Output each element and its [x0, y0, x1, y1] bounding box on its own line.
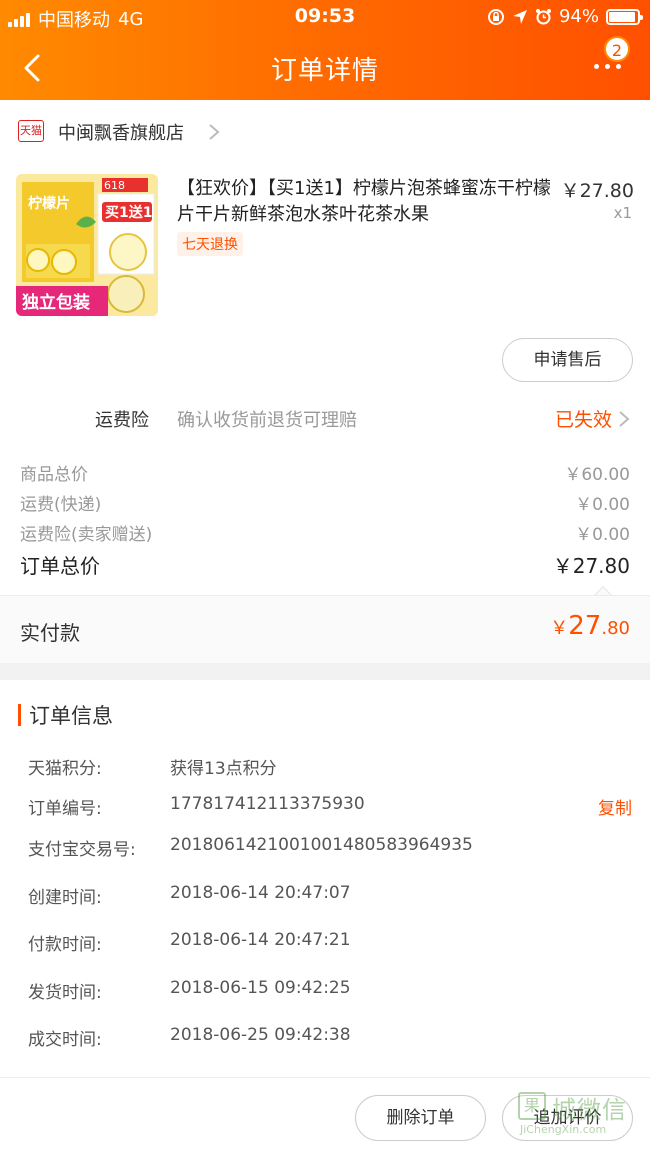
actual-payment-bar: 实付款 ￥27.80	[0, 595, 650, 663]
insurance-status: 已失效	[554, 409, 612, 431]
order-total-row: 订单总价 ￥27.80	[20, 550, 630, 580]
return-tag: 七天退换	[177, 232, 243, 256]
more-icon	[594, 64, 621, 69]
page-title: 订单详情	[270, 56, 379, 86]
info-row-order-number: 订单编号: 177817412113375930 复制	[28, 794, 632, 822]
product-image[interactable]: 柠檬片 618 买1送1 独立包装	[16, 174, 158, 316]
more-button[interactable]: 2	[592, 36, 632, 88]
shop-name: 中闽飘香旗舰店	[58, 123, 184, 144]
fee-value: ￥60.00	[564, 465, 630, 485]
fee-row-insurance: 运费险(卖家赠送) ￥0.00	[20, 520, 630, 548]
status-bar: 中国移动 4G 09:53 94%	[0, 0, 650, 34]
shipping-insurance-row[interactable]: 运费险 确认收货前退货可理赔 已失效	[0, 396, 650, 440]
fee-label: 商品总价	[20, 465, 88, 485]
battery-percent: 94%	[558, 6, 599, 27]
watermark-text: 城微信	[552, 1096, 627, 1124]
chevron-right-icon	[619, 411, 630, 427]
footer-divider	[0, 1077, 650, 1078]
order-total-label: 订单总价	[20, 554, 100, 578]
order-info-card: 订单信息 天猫积分: 获得13点积分 订单编号: 177817412113375…	[0, 680, 650, 1155]
status-right: 94%	[487, 6, 643, 27]
info-value: 2018-06-14 20:47:21	[170, 930, 351, 950]
location-arrow-icon	[512, 9, 527, 24]
site-watermark: 果 城微信 JiChengXin.com	[518, 1086, 642, 1140]
info-row-completed: 成交时间: 2018-06-25 09:42:38	[28, 1025, 632, 1053]
info-label: 天猫积分:	[28, 759, 102, 779]
message-badge: 2	[604, 36, 630, 62]
info-value: 177817412113375930	[170, 794, 365, 814]
info-value: 2018-06-15 09:42:25	[170, 978, 351, 998]
info-label: 发货时间:	[28, 983, 102, 1003]
copy-button[interactable]: 复制	[598, 794, 632, 819]
battery-fill	[609, 11, 635, 22]
info-value: 2018-06-25 09:42:38	[170, 1025, 351, 1045]
order-total-value: ￥27.80	[552, 554, 630, 578]
paid-decimal: .80	[601, 618, 630, 639]
fee-value: ￥0.00	[575, 525, 630, 545]
info-row-alipay-number: 支付宝交易号: 2018061421001001480583964935	[28, 835, 632, 863]
order-info-header: 订单信息	[18, 700, 113, 730]
tmall-icon: 天猫	[18, 120, 44, 142]
chevron-right-icon	[209, 124, 220, 140]
delete-order-button[interactable]: 删除订单	[355, 1095, 486, 1141]
image-banner-text: 独立包装	[22, 292, 90, 313]
rotation-lock-icon	[487, 8, 504, 25]
shop-row[interactable]: 天猫 中闽飘香旗舰店	[0, 100, 650, 162]
info-row-created: 创建时间: 2018-06-14 20:47:07	[28, 883, 632, 911]
fee-row-shipping: 运费(快递) ￥0.00	[20, 490, 630, 518]
battery-icon	[606, 8, 643, 25]
fee-value: ￥0.00	[575, 495, 630, 515]
insurance-desc: 确认收货前退货可理赔	[177, 410, 357, 431]
order-card: 天猫 中闽飘香旗舰店 柠檬片 618 买1送1 独立包装 【狂欢价】【买1送1】…	[0, 100, 650, 606]
info-value: 获得13点积分	[170, 759, 277, 779]
watermark-logo: 果	[518, 1092, 546, 1120]
product-price: ￥27.80	[560, 180, 634, 202]
info-row-paid: 付款时间: 2018-06-14 20:47:21	[28, 930, 632, 958]
image-event-text: 618	[104, 179, 125, 192]
paid-currency: ￥	[550, 618, 569, 639]
info-label: 支付宝交易号:	[28, 840, 136, 860]
paid-label: 实付款	[20, 621, 80, 645]
info-label: 成交时间:	[28, 1030, 102, 1050]
image-promo-text: 买1送1	[105, 204, 152, 221]
fee-label: 运费险(卖家赠送)	[20, 525, 153, 545]
paid-integer: 27	[568, 611, 602, 641]
section-accent-bar	[18, 704, 21, 726]
product-title: 【狂欢价】【买1送1】柠檬片泡茶蜂蜜冻干柠檬片干片新鲜茶泡水茶叶花茶水果	[177, 178, 551, 225]
insurance-label: 运费险	[95, 410, 149, 431]
fee-row-goods: 商品总价 ￥60.00	[20, 460, 630, 488]
info-row-shipped: 发货时间: 2018-06-15 09:42:25	[28, 978, 632, 1006]
info-row-points: 天猫积分: 获得13点积分	[28, 754, 632, 782]
info-label: 订单编号:	[28, 799, 102, 819]
info-label: 付款时间:	[28, 935, 102, 955]
info-label: 创建时间:	[28, 888, 102, 908]
product-item[interactable]: 柠檬片 618 买1送1 独立包装 【狂欢价】【买1送1】柠檬片泡茶蜂蜜冻干柠檬…	[0, 162, 650, 332]
after-sale-button[interactable]: 申请售后	[502, 338, 633, 382]
nav-bar: 订单详情 2	[0, 34, 650, 100]
alarm-clock-icon	[535, 9, 551, 25]
app-header: 中国移动 4G 09:53 94% 订单详情 2	[0, 0, 650, 100]
watermark-url: JiChengXin.com	[520, 1123, 607, 1136]
paid-amount: ￥27.80	[550, 611, 630, 641]
lemon-tea-package-image: 柠檬片 618 买1送1 独立包装	[16, 174, 158, 316]
fee-label: 运费(快递)	[20, 495, 102, 515]
order-info-title: 订单信息	[29, 704, 113, 728]
product-quantity: x1	[613, 204, 632, 222]
info-value: 2018061421001001480583964935	[170, 835, 473, 855]
image-brand-text: 柠檬片	[28, 195, 70, 212]
info-value: 2018-06-14 20:47:07	[170, 883, 351, 903]
